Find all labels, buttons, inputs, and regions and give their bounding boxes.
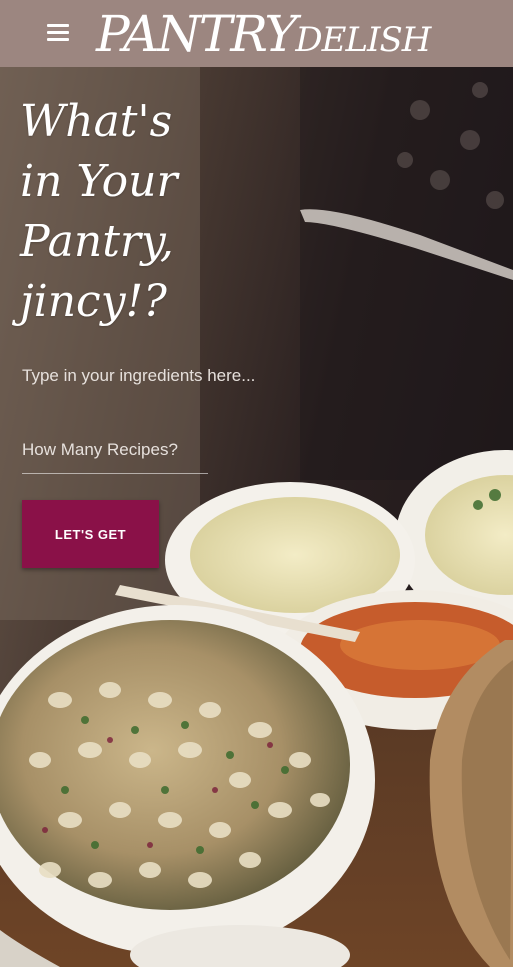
headline-line: Pantry, bbox=[20, 216, 174, 267]
recipes-count-input[interactable] bbox=[22, 436, 208, 474]
headline-line: jincy!? bbox=[20, 276, 167, 327]
hamburger-menu-icon[interactable] bbox=[44, 20, 74, 48]
headline-line: in Your bbox=[20, 156, 178, 207]
hero-headline: What's in Your Pantry, jincy!? bbox=[20, 92, 260, 332]
brand-secondary-text: DELISH bbox=[295, 20, 431, 60]
brand-logo[interactable]: PANTRY DELISH bbox=[96, 2, 431, 66]
lets-get-button[interactable]: LET'S GET bbox=[22, 500, 159, 568]
headline-line: What's bbox=[20, 96, 173, 147]
ingredients-input[interactable] bbox=[22, 364, 322, 388]
brand-primary-text: PANTRY bbox=[96, 5, 297, 63]
top-nav-bar: PANTRY DELISH bbox=[0, 0, 513, 67]
